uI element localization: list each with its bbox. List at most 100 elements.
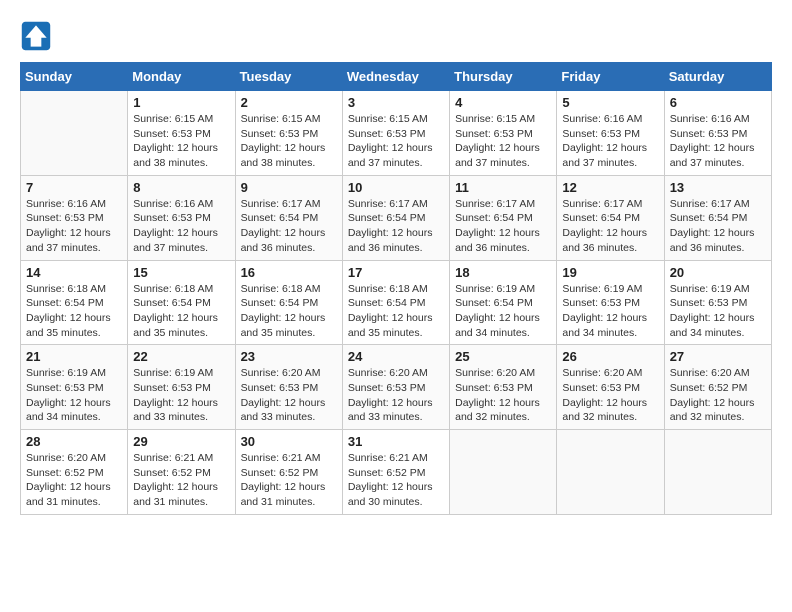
- day-info: Sunrise: 6:18 AM Sunset: 6:54 PM Dayligh…: [241, 282, 337, 341]
- day-info: Sunrise: 6:15 AM Sunset: 6:53 PM Dayligh…: [241, 112, 337, 171]
- day-cell: 23 Sunrise: 6:20 AM Sunset: 6:53 PM Dayli…: [235, 345, 342, 430]
- day-header-wednesday: Wednesday: [342, 63, 449, 91]
- day-cell: 3 Sunrise: 6:15 AM Sunset: 6:53 PM Daylig…: [342, 91, 449, 176]
- day-info: Sunrise: 6:15 AM Sunset: 6:53 PM Dayligh…: [133, 112, 229, 171]
- day-cell: 29 Sunrise: 6:21 AM Sunset: 6:52 PM Dayli…: [128, 430, 235, 515]
- day-headers: SundayMondayTuesdayWednesdayThursdayFrid…: [21, 63, 772, 91]
- day-info: Sunrise: 6:20 AM Sunset: 6:52 PM Dayligh…: [26, 451, 122, 510]
- day-cell: 21Sunrise: 6:19 AM Sunset: 6:53 PM Dayli…: [21, 345, 128, 430]
- day-number: 31: [348, 434, 444, 449]
- day-info: Sunrise: 6:17 AM Sunset: 6:54 PM Dayligh…: [562, 197, 658, 256]
- day-info: Sunrise: 6:21 AM Sunset: 6:52 PM Dayligh…: [241, 451, 337, 510]
- day-number: 29: [133, 434, 229, 449]
- day-cell: 11Sunrise: 6:17 AM Sunset: 6:54 PM Dayli…: [450, 175, 557, 260]
- day-header-thursday: Thursday: [450, 63, 557, 91]
- day-header-saturday: Saturday: [664, 63, 771, 91]
- day-number: 2: [241, 95, 337, 110]
- day-info: Sunrise: 6:15 AM Sunset: 6:53 PM Dayligh…: [455, 112, 551, 171]
- day-number: 15: [133, 265, 229, 280]
- day-cell: 6 Sunrise: 6:16 AM Sunset: 6:53 PM Daylig…: [664, 91, 771, 176]
- day-cell: 31 Sunrise: 6:21 AM Sunset: 6:52 PM Dayli…: [342, 430, 449, 515]
- day-cell: 10 Sunrise: 6:17 AM Sunset: 6:54 PM Dayli…: [342, 175, 449, 260]
- day-cell: 16 Sunrise: 6:18 AM Sunset: 6:54 PM Dayli…: [235, 260, 342, 345]
- day-number: 17: [348, 265, 444, 280]
- day-info: Sunrise: 6:19 AM Sunset: 6:53 PM Dayligh…: [133, 366, 229, 425]
- day-cell: 25 Sunrise: 6:20 AM Sunset: 6:53 PM Dayli…: [450, 345, 557, 430]
- day-cell: 7Sunrise: 6:16 AM Sunset: 6:53 PM Daylig…: [21, 175, 128, 260]
- day-number: 4: [455, 95, 551, 110]
- day-info: Sunrise: 6:20 AM Sunset: 6:52 PM Dayligh…: [670, 366, 766, 425]
- day-cell: 28 Sunrise: 6:20 AM Sunset: 6:52 PM Dayli…: [21, 430, 128, 515]
- day-header-monday: Monday: [128, 63, 235, 91]
- day-number: 23: [241, 349, 337, 364]
- day-cell: 22 Sunrise: 6:19 AM Sunset: 6:53 PM Dayli…: [128, 345, 235, 430]
- day-cell: [21, 91, 128, 176]
- logo: [20, 20, 56, 52]
- day-cell: 4 Sunrise: 6:15 AM Sunset: 6:53 PM Daylig…: [450, 91, 557, 176]
- day-number: 6: [670, 95, 766, 110]
- day-cell: 1Sunrise: 6:15 AM Sunset: 6:53 PM Daylig…: [128, 91, 235, 176]
- day-info: Sunrise: 6:21 AM Sunset: 6:52 PM Dayligh…: [133, 451, 229, 510]
- day-number: 27: [670, 349, 766, 364]
- day-info: Sunrise: 6:20 AM Sunset: 6:53 PM Dayligh…: [562, 366, 658, 425]
- day-info: Sunrise: 6:16 AM Sunset: 6:53 PM Dayligh…: [670, 112, 766, 171]
- day-cell: [557, 430, 664, 515]
- day-info: Sunrise: 6:21 AM Sunset: 6:52 PM Dayligh…: [348, 451, 444, 510]
- calendar-table: SundayMondayTuesdayWednesdayThursdayFrid…: [20, 62, 772, 515]
- day-number: 11: [455, 180, 551, 195]
- day-number: 26: [562, 349, 658, 364]
- week-row-3: 14 Sunrise: 6:18 AM Sunset: 6:54 PM Dayli…: [21, 260, 772, 345]
- day-number: 10: [348, 180, 444, 195]
- day-info: Sunrise: 6:19 AM Sunset: 6:54 PM Dayligh…: [455, 282, 551, 341]
- day-cell: 15 Sunrise: 6:18 AM Sunset: 6:54 PM Dayli…: [128, 260, 235, 345]
- day-info: Sunrise: 6:20 AM Sunset: 6:53 PM Dayligh…: [348, 366, 444, 425]
- day-cell: 24 Sunrise: 6:20 AM Sunset: 6:53 PM Dayli…: [342, 345, 449, 430]
- day-info: Sunrise: 6:20 AM Sunset: 6:53 PM Dayligh…: [241, 366, 337, 425]
- day-header-friday: Friday: [557, 63, 664, 91]
- page-header: [20, 20, 772, 52]
- day-cell: 14 Sunrise: 6:18 AM Sunset: 6:54 PM Dayli…: [21, 260, 128, 345]
- day-cell: 12 Sunrise: 6:17 AM Sunset: 6:54 PM Dayli…: [557, 175, 664, 260]
- day-cell: 20Sunrise: 6:19 AM Sunset: 6:53 PM Dayli…: [664, 260, 771, 345]
- day-cell: 17Sunrise: 6:18 AM Sunset: 6:54 PM Dayli…: [342, 260, 449, 345]
- day-cell: 5 Sunrise: 6:16 AM Sunset: 6:53 PM Daylig…: [557, 91, 664, 176]
- day-info: Sunrise: 6:16 AM Sunset: 6:53 PM Dayligh…: [562, 112, 658, 171]
- day-number: 16: [241, 265, 337, 280]
- day-cell: 9 Sunrise: 6:17 AM Sunset: 6:54 PM Daylig…: [235, 175, 342, 260]
- day-number: 18: [455, 265, 551, 280]
- day-cell: [664, 430, 771, 515]
- day-info: Sunrise: 6:18 AM Sunset: 6:54 PM Dayligh…: [26, 282, 122, 341]
- day-cell: 27 Sunrise: 6:20 AM Sunset: 6:52 PM Dayli…: [664, 345, 771, 430]
- day-number: 20: [670, 265, 766, 280]
- day-cell: 8Sunrise: 6:16 AM Sunset: 6:53 PM Daylig…: [128, 175, 235, 260]
- week-row-2: 7 Sunrise: 6:16 AM Sunset: 6:53 PM Daylig…: [21, 175, 772, 260]
- day-number: 25: [455, 349, 551, 364]
- day-number: 7: [26, 180, 122, 195]
- week-row-1: 1Sunrise: 6:15 AM Sunset: 6:53 PM Daylig…: [21, 91, 772, 176]
- day-info: Sunrise: 6:17 AM Sunset: 6:54 PM Dayligh…: [670, 197, 766, 256]
- logo-icon: [20, 20, 52, 52]
- day-number: 5: [562, 95, 658, 110]
- day-number: 30: [241, 434, 337, 449]
- day-info: Sunrise: 6:19 AM Sunset: 6:53 PM Dayligh…: [562, 282, 658, 341]
- day-number: 28: [26, 434, 122, 449]
- day-info: Sunrise: 6:17 AM Sunset: 6:54 PM Dayligh…: [348, 197, 444, 256]
- day-number: 9: [241, 180, 337, 195]
- day-info: Sunrise: 6:19 AM Sunset: 6:53 PM Dayligh…: [26, 366, 122, 425]
- day-header-sunday: Sunday: [21, 63, 128, 91]
- day-info: Sunrise: 6:15 AM Sunset: 6:53 PM Dayligh…: [348, 112, 444, 171]
- day-number: 24: [348, 349, 444, 364]
- week-row-4: 21Sunrise: 6:19 AM Sunset: 6:53 PM Dayli…: [21, 345, 772, 430]
- day-number: 12: [562, 180, 658, 195]
- day-cell: 2 Sunrise: 6:15 AM Sunset: 6:53 PM Daylig…: [235, 91, 342, 176]
- day-cell: 26 Sunrise: 6:20 AM Sunset: 6:53 PM Dayli…: [557, 345, 664, 430]
- day-number: 3: [348, 95, 444, 110]
- day-info: Sunrise: 6:20 AM Sunset: 6:53 PM Dayligh…: [455, 366, 551, 425]
- day-cell: 18 Sunrise: 6:19 AM Sunset: 6:54 PM Dayli…: [450, 260, 557, 345]
- day-number: 22: [133, 349, 229, 364]
- day-number: 19: [562, 265, 658, 280]
- day-number: 14: [26, 265, 122, 280]
- day-info: Sunrise: 6:16 AM Sunset: 6:53 PM Dayligh…: [133, 197, 229, 256]
- day-info: Sunrise: 6:17 AM Sunset: 6:54 PM Dayligh…: [241, 197, 337, 256]
- day-info: Sunrise: 6:18 AM Sunset: 6:54 PM Dayligh…: [133, 282, 229, 341]
